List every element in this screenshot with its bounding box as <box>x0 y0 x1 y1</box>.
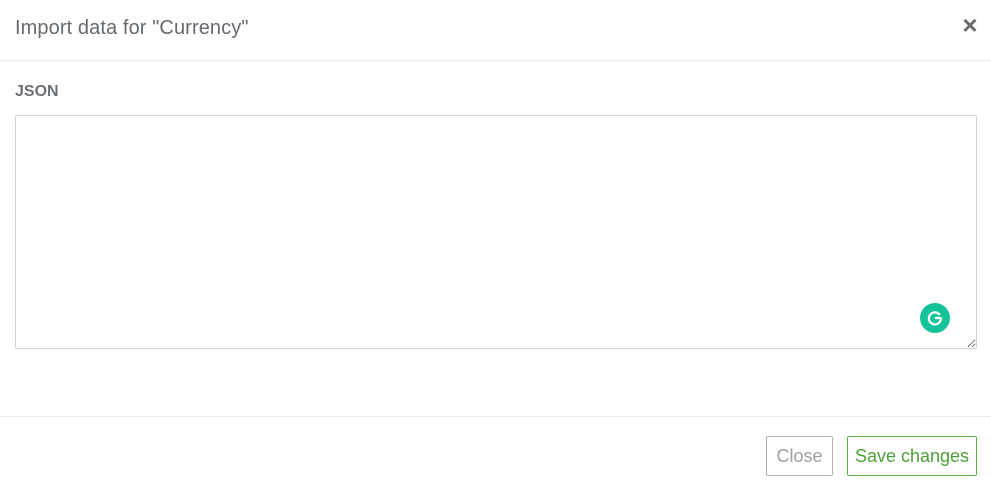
modal-footer: Close Save changes <box>0 416 991 490</box>
json-label: JSON <box>15 83 59 100</box>
close-icon[interactable]: × <box>958 12 982 38</box>
modal-header: Import data for "Currency" × <box>0 0 991 61</box>
import-data-modal: Import data for "Currency" × JSON Close … <box>0 0 991 490</box>
save-changes-button[interactable]: Save changes <box>847 436 977 476</box>
grammarly-icon[interactable] <box>920 303 950 333</box>
modal-title: Import data for "Currency" <box>15 17 249 39</box>
json-input[interactable] <box>15 115 977 349</box>
grammarly-glyph-icon <box>927 311 942 326</box>
close-button[interactable]: Close <box>766 436 833 476</box>
